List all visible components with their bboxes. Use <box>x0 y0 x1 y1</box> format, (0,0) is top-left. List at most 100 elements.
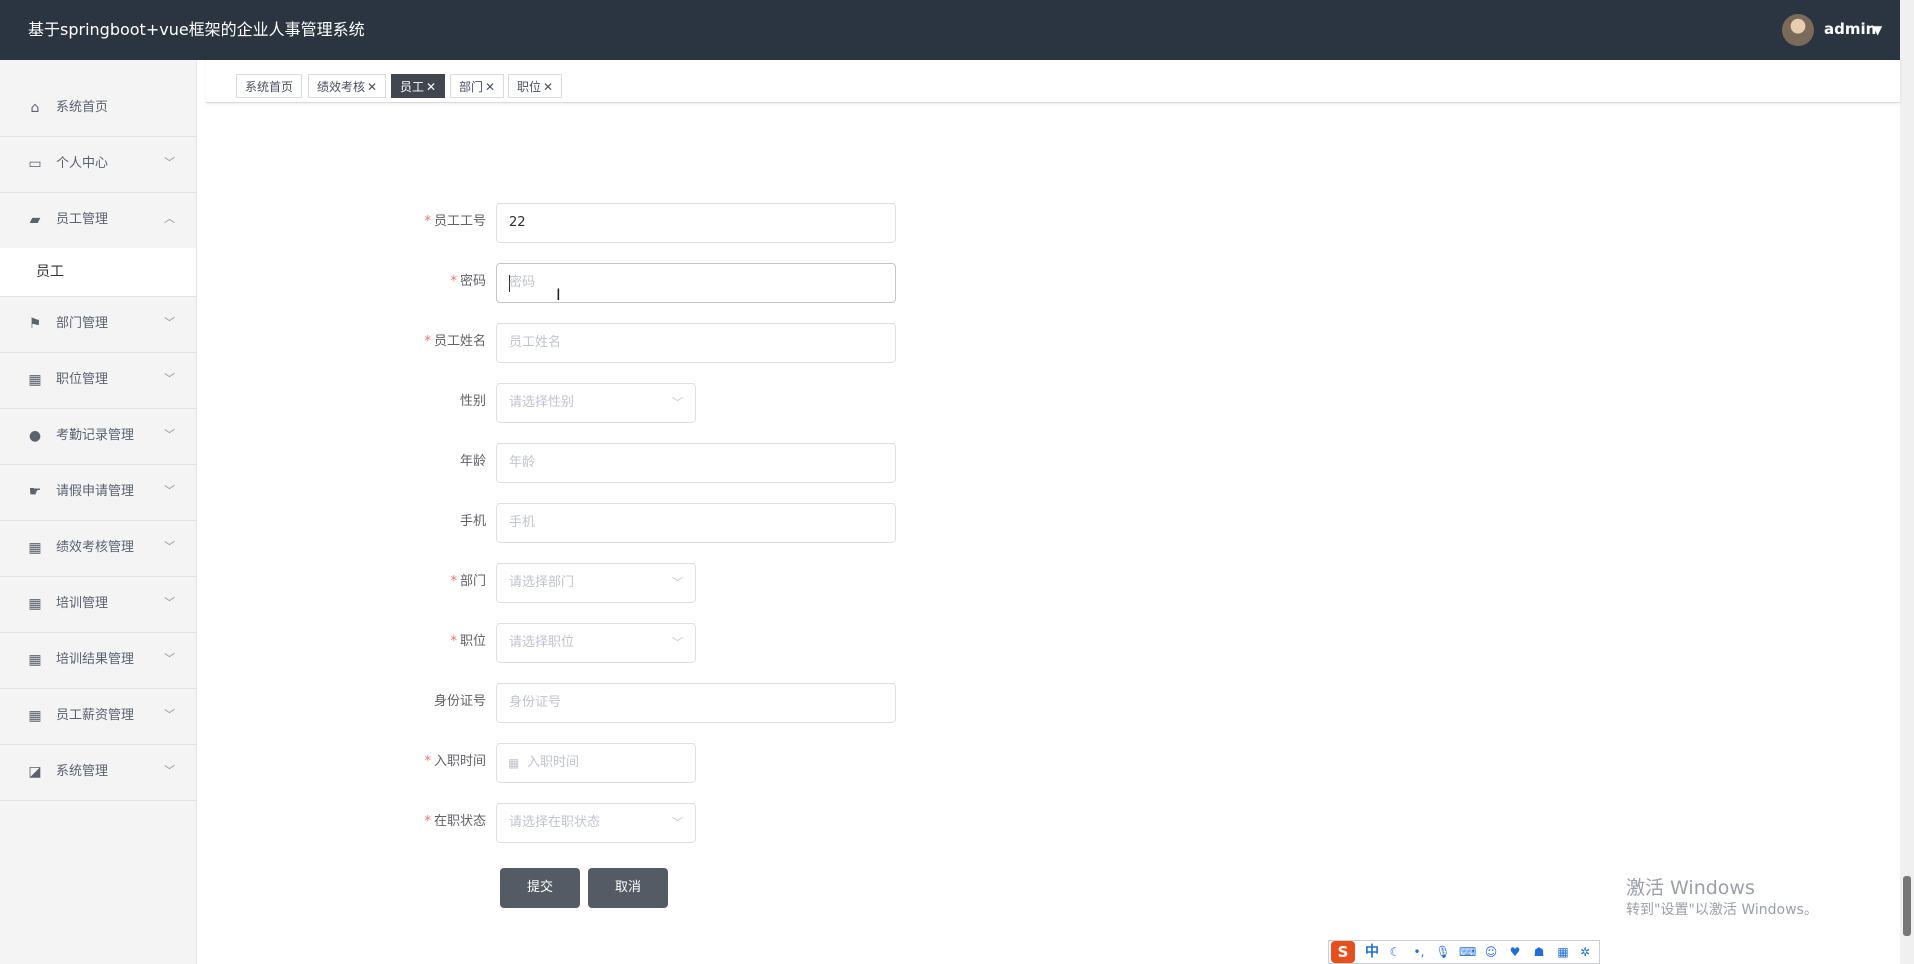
sidebar-item-label: 培训结果管理 <box>56 652 135 667</box>
sogou-logo-icon[interactable]: S <box>1331 941 1355 963</box>
flag-icon: ⚑ <box>28 316 42 332</box>
chevron-down-icon: ﹀ <box>164 484 175 497</box>
sidebar-item-salary[interactable]: ▦ 员工薪资管理 ﹀ <box>0 688 196 745</box>
scrollbar-thumb[interactable] <box>1903 876 1911 936</box>
sidebar-item-position[interactable]: ▦ 职位管理 ﹀ <box>0 352 196 409</box>
label-text: 职位 <box>459 634 486 649</box>
gender-select[interactable]: 请选择性别 ﹀ <box>496 383 696 423</box>
field-label-gender: 性别 <box>386 393 486 411</box>
apps-icon[interactable]: ▦ <box>1555 945 1571 959</box>
close-icon[interactable]: ✕ <box>485 80 495 94</box>
phone-input[interactable]: 手机 <box>496 503 896 543</box>
sidebar-item-personal[interactable]: ▭ 个人中心 ﹀ <box>0 136 196 193</box>
input-placeholder: 请选择职位 <box>509 635 575 650</box>
label-text: 手机 <box>459 514 486 529</box>
windows-activation-title: 激活 Windows <box>1626 877 1755 899</box>
ticket-icon: ▰ <box>29 212 41 228</box>
user-icon[interactable]: ☺ <box>1483 945 1499 959</box>
sidebar-item-home[interactable]: ⌂ 系统首页 <box>0 80 196 137</box>
sidebar-item-leave[interactable]: ☛ 请假申请管理 ﹀ <box>0 464 196 521</box>
hire-date-picker[interactable]: ▦ 入职时间 <box>496 743 696 783</box>
sidebar-item-employee[interactable]: ▰ 员工管理 ︿ <box>0 192 196 249</box>
sidebar-item-label: 职位管理 <box>56 372 109 387</box>
sidebar-item-training-result[interactable]: ▦ 培训结果管理 ﹀ <box>0 632 196 689</box>
close-icon[interactable]: ✕ <box>543 80 553 94</box>
grid-icon: ▦ <box>28 372 42 388</box>
tag-position[interactable]: 职位 ✕ <box>508 74 563 98</box>
label-text: 身份证号 <box>433 694 486 709</box>
age-input[interactable]: 年龄 <box>496 443 896 483</box>
input-value: 22 <box>509 215 526 230</box>
department-select[interactable]: 请选择部门 ﹀ <box>496 563 696 603</box>
position-select[interactable]: 请选择职位 ﹀ <box>496 623 696 663</box>
ibeam-cursor-icon: I <box>556 285 561 304</box>
chevron-down-icon: ﹀ <box>672 396 683 409</box>
required-mark: * <box>424 334 431 349</box>
ime-toolbar[interactable]: S 中 ☾ •, 🎙 ⌨ ☺ ♥ ☗ ▦ ✲ <box>1328 940 1600 964</box>
input-placeholder: 年龄 <box>509 455 536 470</box>
grid-icon: ▦ <box>28 708 42 724</box>
required-mark: * <box>424 754 431 769</box>
required-mark: * <box>450 574 457 589</box>
cancel-button[interactable]: 取消 <box>588 868 668 908</box>
label-text: 部门 <box>459 574 486 589</box>
employee-name-input[interactable]: 员工姓名 <box>496 323 896 363</box>
avatar[interactable] <box>1782 14 1814 46</box>
punctuation-icon[interactable]: •, <box>1411 945 1427 959</box>
field-label-phone: 手机 <box>386 513 486 531</box>
employee-id-input[interactable]: 22 <box>496 203 896 243</box>
field-label-age: 年龄 <box>386 453 486 471</box>
sidebar-item-training[interactable]: ▦ 培训管理 ﹀ <box>0 576 196 633</box>
settings-icon[interactable]: ✲ <box>1577 945 1593 959</box>
field-label-employee-id: * 员工工号 <box>386 213 486 231</box>
chevron-down-icon: ﹀ <box>164 652 175 665</box>
employment-status-select[interactable]: 请选择在职状态 ﹀ <box>496 803 696 843</box>
grid-icon: ▦ <box>28 596 42 612</box>
input-placeholder: 请选择在职状态 <box>509 815 601 830</box>
app-title: 基于springboot+vue框架的企业人事管理系统 <box>28 20 365 39</box>
id-card-input[interactable]: 身份证号 <box>496 683 896 723</box>
sidebar-subitem-employee[interactable]: 员工 <box>0 248 196 297</box>
user-menu[interactable]: admin <box>1824 19 1876 39</box>
sidebar-item-system[interactable]: ◪ 系统管理 ﹀ <box>0 744 196 801</box>
chevron-down-icon: ﹀ <box>672 816 683 829</box>
submit-button[interactable]: 提交 <box>500 868 580 908</box>
chart-icon: ◪ <box>28 764 42 780</box>
label-text: 在职状态 <box>433 814 486 829</box>
chevron-down-icon: ﹀ <box>164 372 175 385</box>
caret-down-icon[interactable]: ▼ <box>1873 22 1882 38</box>
tag-performance[interactable]: 绩效考核 ✕ <box>308 74 387 98</box>
chevron-up-icon: ︿ <box>164 212 175 225</box>
tag-home[interactable]: 系统首页 <box>236 74 303 98</box>
ime-mode-toggle[interactable]: 中 <box>1365 944 1379 960</box>
tag-employee[interactable]: 员工 ✕ <box>391 74 446 98</box>
microphone-icon[interactable]: 🎙 <box>1435 945 1451 959</box>
required-mark: * <box>450 634 457 649</box>
page-scrollbar[interactable] <box>1900 0 1914 964</box>
gamepad-icon[interactable]: ☗ <box>1531 945 1547 959</box>
sidebar-item-performance[interactable]: ▦ 绩效考核管理 ﹀ <box>0 520 196 577</box>
label-text: 入职时间 <box>433 754 486 769</box>
chevron-down-icon: ﹀ <box>164 316 175 329</box>
field-label-department: * 部门 <box>386 573 486 591</box>
sidebar-item-department[interactable]: ⚑ 部门管理 ﹀ <box>0 296 196 353</box>
tag-label: 系统首页 <box>245 80 294 94</box>
field-label-employee-name: * 员工姓名 <box>386 333 486 351</box>
sidebar-item-attendance[interactable]: ● 考勤记录管理 ﹀ <box>0 408 196 465</box>
label-text: 年龄 <box>459 454 486 469</box>
close-icon[interactable]: ✕ <box>426 80 436 94</box>
required-mark: * <box>424 214 431 229</box>
skin-icon[interactable]: ♥ <box>1507 945 1523 959</box>
chevron-down-icon: ﹀ <box>164 540 175 553</box>
moon-icon[interactable]: ☾ <box>1387 945 1403 959</box>
tag-label: 员工 <box>400 80 425 94</box>
tag-department[interactable]: 部门 ✕ <box>450 74 505 98</box>
keyboard-icon[interactable]: ⌨ <box>1459 945 1476 959</box>
sidebar-item-label: 请假申请管理 <box>56 484 135 499</box>
sidebar-item-label: 绩效考核管理 <box>56 540 135 555</box>
label-text: 性别 <box>459 394 486 409</box>
input-placeholder: 手机 <box>509 515 536 530</box>
close-icon[interactable]: ✕ <box>367 80 377 94</box>
label-text: 员工姓名 <box>433 334 486 349</box>
tag-label: 绩效考核 <box>317 80 366 94</box>
